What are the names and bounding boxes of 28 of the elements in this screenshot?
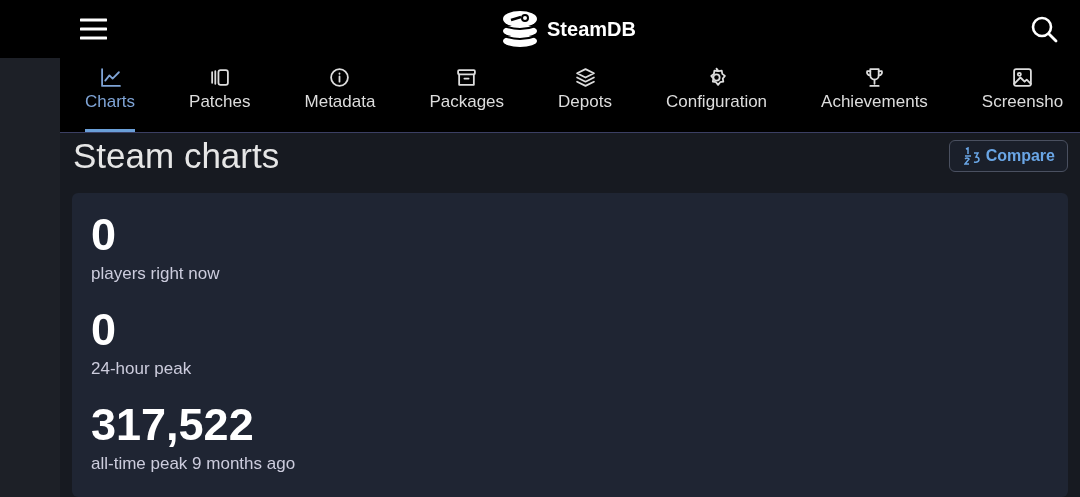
menu-icon[interactable]	[80, 18, 107, 40]
stat-value: 0	[91, 306, 117, 354]
nav-tab[interactable]: Packages	[429, 58, 505, 132]
chart-icon	[99, 67, 121, 88]
nav-tab[interactable]: Metadata	[304, 58, 376, 132]
stat-label: players right now	[91, 264, 220, 284]
stat-value: 317,522	[91, 401, 254, 449]
stat-label: all-time peak 9 months ago	[91, 454, 296, 474]
logo-text[interactable]: SteamDB	[547, 17, 636, 41]
logo-icon[interactable]	[501, 10, 540, 48]
nav-tab[interactable]: Screensho	[981, 58, 1064, 132]
image-icon	[1012, 67, 1033, 88]
nav-tab[interactable]: Achievements	[821, 58, 928, 132]
search-icon[interactable]	[1030, 15, 1058, 43]
nav-tab[interactable]: Patches	[189, 58, 251, 132]
stat-label: 24-hour peak	[91, 359, 192, 379]
fraction-icon	[963, 147, 980, 165]
compare-button[interactable]: Compare	[948, 140, 1068, 172]
layers-icon	[574, 67, 596, 88]
archive-icon	[456, 67, 478, 88]
patches-icon	[209, 67, 231, 88]
nav-tab[interactable]: Configuration	[665, 58, 768, 132]
nav-tab[interactable]: Charts	[85, 58, 136, 132]
info-icon	[329, 67, 351, 88]
stat-value: 0	[91, 211, 117, 259]
page-title: Steam charts	[72, 136, 280, 176]
nav-tab[interactable]: Depots	[558, 58, 612, 132]
trophy-icon	[863, 67, 885, 88]
